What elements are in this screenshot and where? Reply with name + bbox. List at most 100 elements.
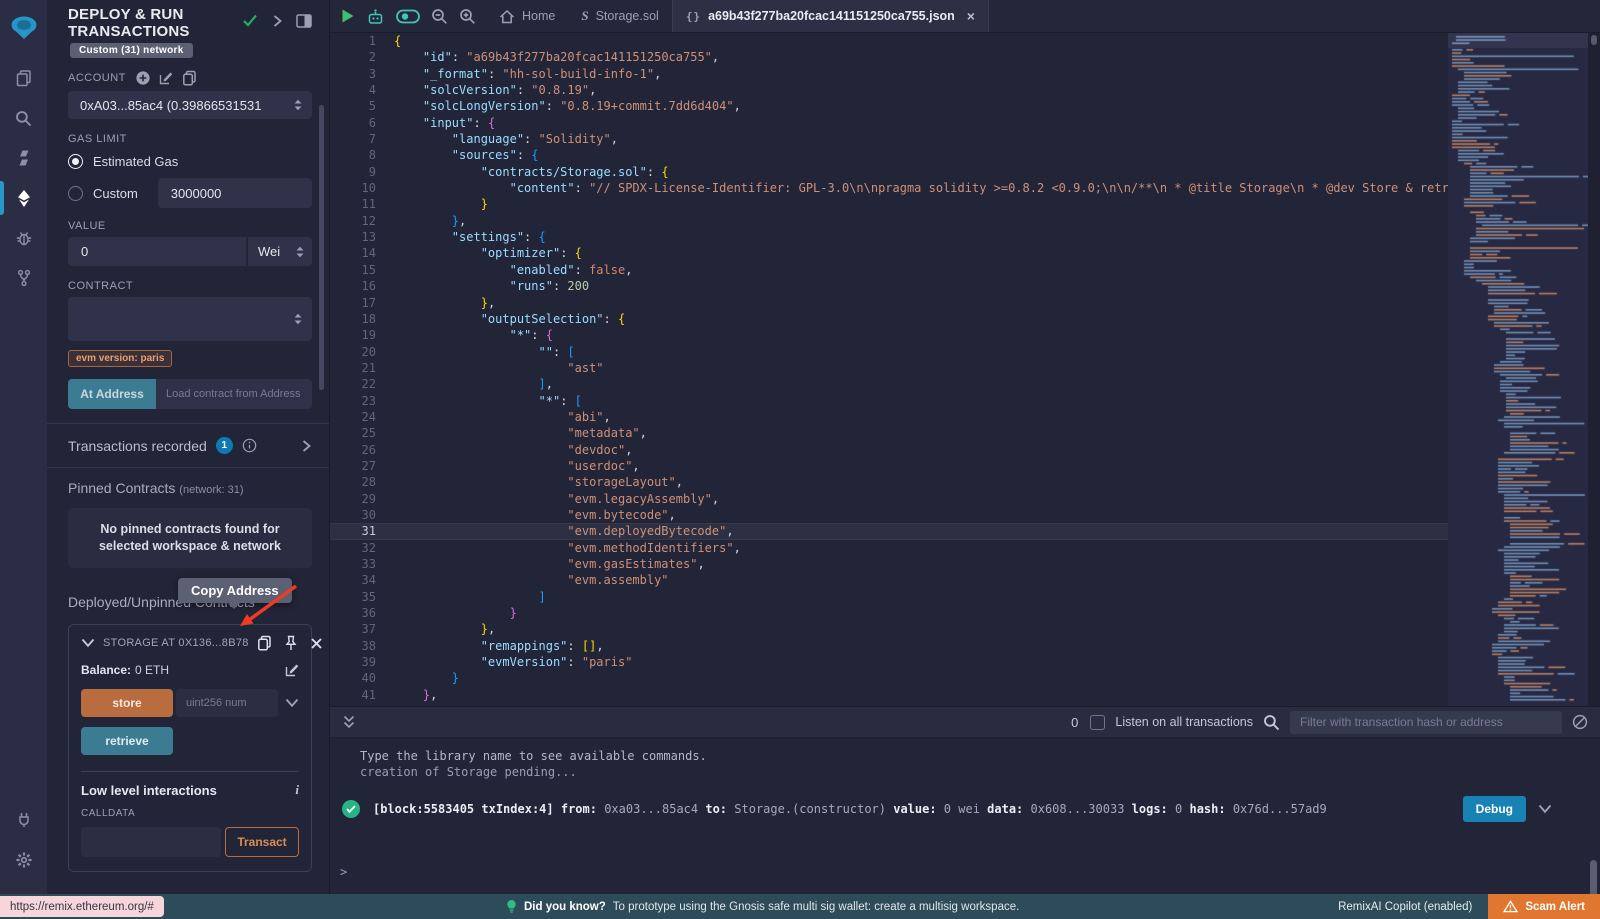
transactions-recorded-row[interactable]: Transactions recorded 1 <box>68 424 312 467</box>
code-line[interactable]: 5 "solcLongVersion": "0.8.19+commit.7dd6… <box>330 98 1448 114</box>
code-line[interactable]: 9 "contracts/Storage.sol": { <box>330 164 1448 180</box>
sidebar-file-explorer[interactable] <box>0 58 47 98</box>
code-line[interactable]: 24 "abi", <box>330 409 1448 425</box>
edit-balance-icon[interactable] <box>285 663 299 677</box>
code-line[interactable]: 23 "*": [ <box>330 393 1448 409</box>
value-unit-select[interactable]: Wei <box>248 237 312 266</box>
expand-terminal-icon[interactable] <box>342 714 356 730</box>
add-account-icon[interactable] <box>136 71 150 85</box>
sidebar-solidity-compiler[interactable] <box>0 138 47 178</box>
code-line[interactable]: 22 ], <box>330 376 1448 392</box>
transact-button[interactable]: Transact <box>225 827 299 857</box>
editor-minimap[interactable] <box>1448 33 1588 706</box>
code-line[interactable]: 28 "storageLayout", <box>330 474 1448 490</box>
sign-message-icon[interactable] <box>159 71 173 85</box>
sidebar-debugger[interactable] <box>0 218 47 258</box>
pin-contract-icon[interactable] <box>284 635 298 651</box>
code-line[interactable]: 35 ] <box>330 589 1448 605</box>
code-line[interactable]: 31 "evm.deployedBytecode", <box>330 523 1448 539</box>
sidebar-git[interactable] <box>0 258 47 298</box>
copilot-status[interactable]: RemixAI Copilot (enabled) <box>1338 901 1472 913</box>
custom-gas-input[interactable] <box>158 178 312 208</box>
code-line[interactable]: 7 "language": "Solidity", <box>330 131 1448 147</box>
code-line[interactable]: 27 "userdoc", <box>330 458 1448 474</box>
code-line[interactable]: 25 "metadata", <box>330 425 1448 441</box>
zoom-in-icon[interactable] <box>459 8 476 25</box>
close-tab-icon[interactable]: × <box>967 8 975 24</box>
code-line[interactable]: 17 }, <box>330 295 1448 311</box>
code-area[interactable]: 1{2 "id": "a69b43f277ba20fcac141151250ca… <box>330 33 1448 706</box>
clear-terminal-icon[interactable] <box>1572 714 1588 730</box>
terminal-filter-input[interactable] <box>1290 711 1562 734</box>
code-line[interactable]: 3 "_format": "hh-sol-build-info-1", <box>330 66 1448 82</box>
editor-tab-home[interactable]: Home <box>486 0 568 32</box>
copy-account-icon[interactable] <box>182 70 197 86</box>
at-address-input[interactable] <box>156 379 312 409</box>
custom-gas-radio[interactable] <box>68 186 83 201</box>
code-line[interactable]: 33 "evm.gasEstimates", <box>330 556 1448 572</box>
editor-scrollbar-thumb[interactable] <box>1591 35 1597 45</box>
editor-tab-a69b43f277ba20fcac141151250ca755-json[interactable]: {}a69b43f277ba20fcac141151250ca755.json× <box>672 0 989 32</box>
chevron-right-icon[interactable] <box>300 439 312 453</box>
sidebar-settings[interactable] <box>0 840 47 880</box>
expand-log-icon[interactable] <box>1538 804 1552 814</box>
code-line[interactable]: 1{ <box>330 33 1448 49</box>
code-line[interactable]: 26 "devdoc", <box>330 442 1448 458</box>
listen-all-checkbox[interactable] <box>1090 715 1105 730</box>
code-line[interactable]: 29 "evm.legacyAssembly", <box>330 491 1448 507</box>
calldata-input[interactable] <box>81 827 221 857</box>
editor-tab-storage-sol[interactable]: SStorage.sol <box>568 0 671 32</box>
transaction-log-row[interactable]: [block:5583405 txIndex:4] from: 0xa03...… <box>330 796 1600 822</box>
editor-scrollbar[interactable] <box>1588 33 1600 706</box>
terminal-prompt[interactable]: > <box>340 865 347 879</box>
code-line[interactable]: 20 "": [ <box>330 344 1448 360</box>
retrieve-function-button[interactable]: retrieve <box>81 727 173 755</box>
code-line[interactable]: 32 "evm.methodIdentifiers", <box>330 540 1448 556</box>
account-select[interactable]: 0xA03...85ac4 (0.39866531531 <box>68 91 312 119</box>
estimated-gas-option[interactable]: Estimated Gas <box>68 154 312 169</box>
code-line[interactable]: 19 "*": { <box>330 327 1448 343</box>
expand-function-icon[interactable] <box>285 698 299 708</box>
code-line[interactable]: 18 "outputSelection": { <box>330 311 1448 327</box>
value-input[interactable] <box>68 237 246 266</box>
code-line[interactable]: 34 "evm.assembly" <box>330 572 1448 588</box>
code-line[interactable]: 37 }, <box>330 621 1448 637</box>
code-line[interactable]: 16 "runs": 200 <box>330 278 1448 294</box>
code-line[interactable]: 10 "content": "// SPDX-License-Identifie… <box>330 180 1448 196</box>
panel-scrollbar[interactable] <box>319 105 324 390</box>
code-line[interactable]: 4 "solcVersion": "0.8.19", <box>330 82 1448 98</box>
code-line[interactable]: 12 }, <box>330 213 1448 229</box>
copy-address-icon[interactable] <box>257 635 272 651</box>
run-script-icon[interactable] <box>340 8 355 24</box>
collapse-contract-icon[interactable] <box>81 638 95 648</box>
ai-copilot-icon[interactable] <box>366 8 385 25</box>
code-line[interactable]: 38 "remappings": [], <box>330 638 1448 654</box>
store-arg-input[interactable] <box>176 689 278 717</box>
code-line[interactable]: 14 "optimizer": { <box>330 245 1448 261</box>
code-line[interactable]: 30 "evm.bytecode", <box>330 507 1448 523</box>
code-line[interactable]: 39 "evmVersion": "paris" <box>330 654 1448 670</box>
low-level-info-icon[interactable]: i <box>295 782 299 798</box>
code-line[interactable]: 2 "id": "a69b43f277ba20fcac141151250ca75… <box>330 49 1448 65</box>
store-function-button[interactable]: store <box>81 689 173 717</box>
code-line[interactable]: 15 "enabled": false, <box>330 262 1448 278</box>
copilot-toggle-icon[interactable] <box>396 9 420 24</box>
debug-button[interactable]: Debug <box>1463 796 1526 822</box>
zoom-out-icon[interactable] <box>431 8 448 25</box>
info-icon[interactable] <box>242 438 257 453</box>
code-line[interactable]: 13 "settings": { <box>330 229 1448 245</box>
pin-panel-icon[interactable] <box>296 14 312 28</box>
collapse-panel-icon[interactable] <box>271 14 283 28</box>
sidebar-plugin-manager[interactable] <box>0 800 47 840</box>
scam-alert-button[interactable]: Scam Alert <box>1488 894 1600 919</box>
code-line[interactable]: 21 "ast" <box>330 360 1448 376</box>
code-line[interactable]: 40 } <box>330 670 1448 686</box>
custom-gas-option[interactable]: Custom <box>68 178 312 208</box>
contract-select[interactable] <box>68 297 312 341</box>
sidebar-search[interactable] <box>0 98 47 138</box>
stepper-icon[interactable] <box>292 98 304 112</box>
code-line[interactable]: 36 } <box>330 605 1448 621</box>
code-line[interactable]: 6 "input": { <box>330 115 1448 131</box>
estimated-gas-radio[interactable] <box>68 154 83 169</box>
code-line[interactable]: 11 } <box>330 196 1448 212</box>
